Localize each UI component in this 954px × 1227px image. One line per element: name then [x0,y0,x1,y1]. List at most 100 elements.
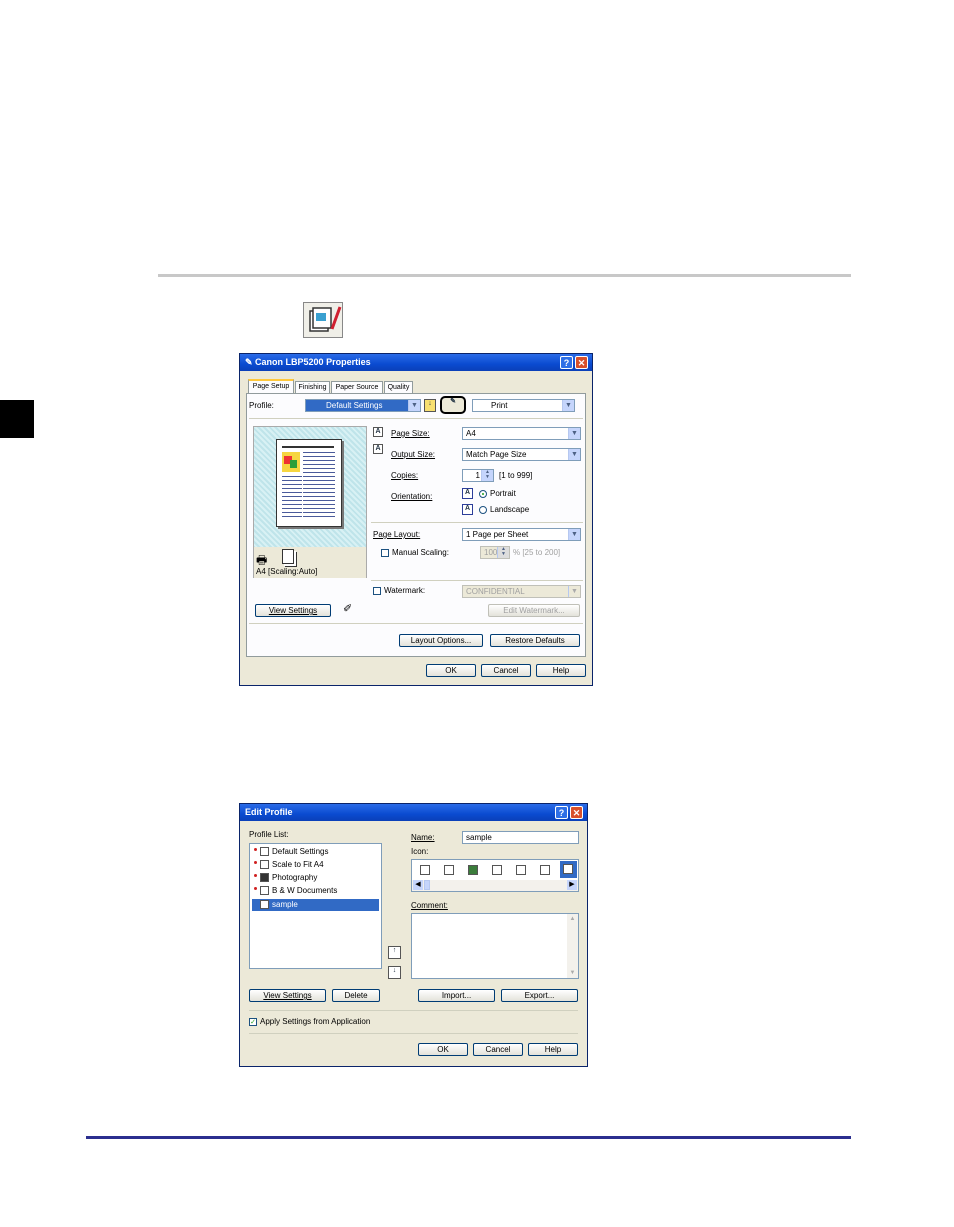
list-item[interactable]: Photography [252,872,379,884]
title-help-button[interactable]: ? [560,356,573,369]
title-help-button[interactable]: ? [555,806,568,819]
profile-icon [260,860,269,869]
import-label: Import... [441,991,472,1000]
output-method-combo[interactable]: Print ▼ [472,399,575,412]
chevron-down-icon: ▼ [568,586,580,597]
output-size-combo[interactable]: Match Page Size ▼ [462,448,581,461]
list-item[interactable]: Scale to Fit A4 [252,859,379,871]
icon-label: Icon: [411,847,429,856]
edit-profile-dialog: Edit Profile ? ✕ Profile List: Default S… [239,803,588,1067]
icon-scrollbar[interactable]: ◀ ▶ [412,880,578,891]
scaling-range: % [25 to 200] [513,548,561,557]
layout-options-button[interactable]: Layout Options... [399,634,483,647]
tab-finishing[interactable]: Finishing [295,381,330,393]
move-down-icon[interactable]: ↓ [388,966,401,979]
title-close-button[interactable]: ✕ [570,806,583,819]
tab-paper-source[interactable]: Paper Source [331,381,383,393]
list-item[interactable]: Default Settings [252,846,379,858]
profile-list[interactable]: Default Settings Scale to Fit A4 Photogr… [249,843,382,969]
footer-rule [86,1136,851,1139]
output-method-value: Print [491,401,508,410]
scroll-left-icon[interactable]: ◀ [413,880,423,890]
view-settings-label: View Settings [268,606,318,615]
landscape-label: Landscape [490,505,530,514]
comment-textarea[interactable]: ▲ ▼ [411,913,579,979]
watermark-value: CONFIDENTIAL [466,587,525,596]
profile-combo[interactable]: Default Settings ▼ [305,399,421,412]
page-preview: 🖶 A4 [Scaling:Auto] [253,426,367,578]
manual-scaling-checkbox[interactable] [381,549,389,557]
move-up-icon[interactable]: ↑ [388,946,401,959]
apply-settings-checkbox[interactable]: ✓ [249,1018,257,1026]
profile-icon-option[interactable] [420,865,430,875]
edit-profile-titlebar: Edit Profile [240,804,587,821]
page-layout-value: 1 Page per Sheet [466,530,529,539]
name-input[interactable]: sample [462,831,579,844]
copies-stepper[interactable]: 1 ▲ ▼ [462,469,494,482]
properties-title: Canon LBP5200 Properties [255,357,371,367]
cancel-button[interactable]: Cancel [481,664,531,677]
page-size-label-text: Page Size: [391,429,430,438]
spin-icon[interactable]: ▲ ▼ [497,547,509,558]
view-settings-button[interactable]: View Settings [255,604,331,617]
delete-button[interactable]: Delete [332,989,380,1002]
list-item[interactable]: sample [252,899,379,911]
profile-icon-option[interactable] [540,865,550,875]
help-button[interactable]: Help [528,1043,578,1056]
page-layout-combo[interactable]: 1 Page per Sheet ▼ [462,528,581,541]
ok-button[interactable]: OK [426,664,476,677]
watermark-combo[interactable]: CONFIDENTIAL ▼ [462,585,581,598]
tab-quality[interactable]: Quality [384,381,413,393]
page-setup-panel: Profile: Default Settings ▼ ↓ ✎ Print ▼ [246,393,586,657]
selected-icon-option[interactable] [560,861,577,878]
view-settings-button[interactable]: View Settings [249,989,326,1002]
edit-profile-icon[interactable]: ✎ [440,396,466,414]
watermark-checkbox[interactable] [373,587,381,595]
add-profile-icon[interactable]: ↓ [424,399,436,412]
page-size-icon: A [373,427,383,437]
section-divider [158,274,851,277]
page-size-label: Page Size: [391,429,430,439]
scroll-right-icon[interactable]: ▶ [567,880,577,890]
import-button[interactable]: Import... [418,989,495,1002]
profile-icon-option[interactable] [468,865,478,875]
output-size-icon: A [373,444,383,454]
ok-button[interactable]: OK [418,1043,468,1056]
separator [371,580,583,581]
scroll-up-icon[interactable]: ▲ [567,914,578,924]
profile-icon-option[interactable] [444,865,454,875]
cancel-button[interactable]: Cancel [473,1043,523,1056]
title-close-button[interactable]: ✕ [575,356,588,369]
preview-image [282,452,300,472]
portrait-radio[interactable] [479,490,487,498]
edit-watermark-button[interactable]: Edit Watermark... [488,604,580,617]
profile-icon [260,873,269,882]
profile-icon-option[interactable] [516,865,526,875]
restore-defaults-button[interactable]: Restore Defaults [490,634,580,647]
chevron-down-icon: ▼ [562,400,574,411]
view-settings-label: View Settings [263,991,312,1000]
tab-page-setup[interactable]: Page Setup [248,379,294,394]
edit-profile-title: Edit Profile [245,807,293,817]
export-button[interactable]: Export... [501,989,578,1002]
profile-value: Default Settings [326,401,383,410]
copies-range: [1 to 999] [499,471,533,480]
list-item[interactable]: B & W Documents [252,885,379,897]
comment-scrollbar[interactable]: ▲ ▼ [567,914,578,978]
portrait-label: Portrait [490,489,516,498]
help-button[interactable]: Help [536,664,586,677]
scroll-down-icon[interactable]: ▼ [567,968,578,978]
properties-titlebar: ✎ Canon LBP5200 Properties [240,354,592,371]
chevron-down-icon: ▼ [568,428,580,439]
page-size-combo[interactable]: A4 ▼ [462,427,581,440]
scaling-stepper[interactable]: 100 ▲ ▼ [480,546,510,559]
export-label: Export... [524,991,555,1000]
spin-icon[interactable]: ▲ ▼ [481,470,493,481]
profile-icon-option [563,864,573,874]
scroll-thumb[interactable] [424,880,430,890]
preview-caption: A4 [Scaling:Auto] [256,567,318,576]
icon-picker[interactable]: ◀ ▶ [411,859,579,892]
profile-icon-option[interactable] [492,865,502,875]
copies-icon [282,549,294,564]
landscape-radio[interactable] [479,506,487,514]
